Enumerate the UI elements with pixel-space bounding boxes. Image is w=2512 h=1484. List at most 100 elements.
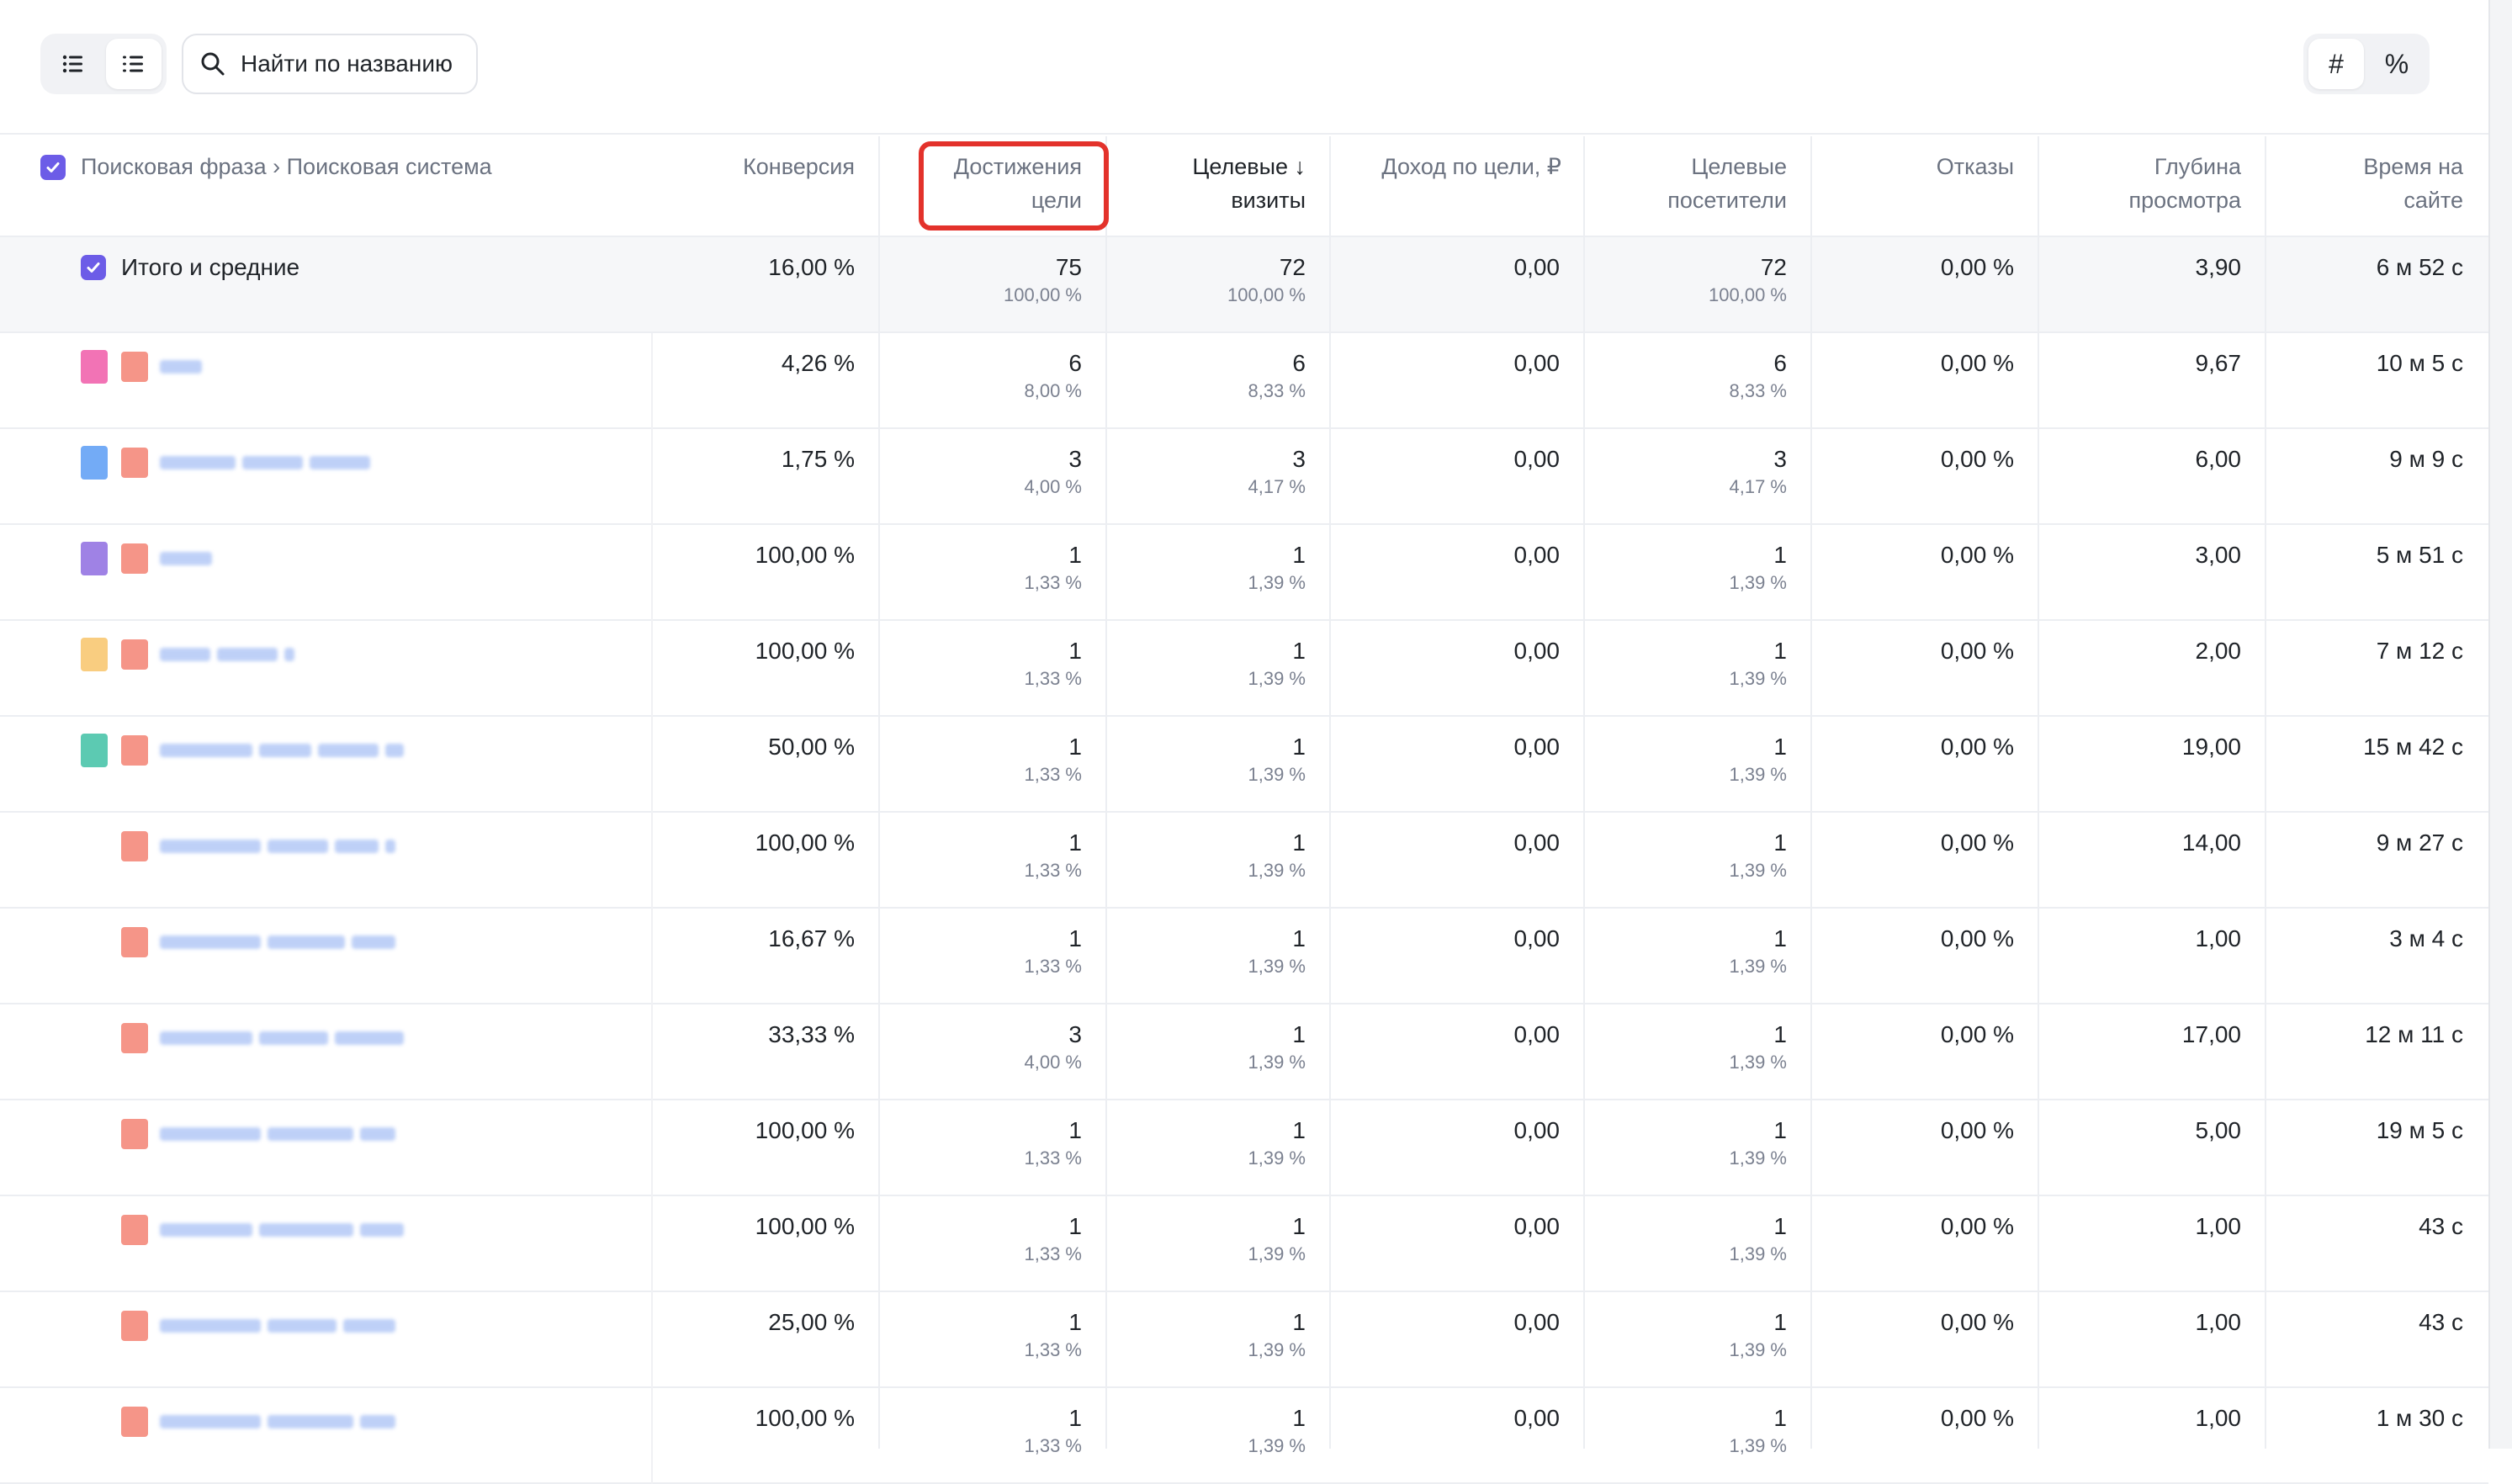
visits_pct-value: 1,39 % xyxy=(1248,668,1306,689)
table-row[interactable]: 100,00 % 1 1,33 % 1 1,39 % 0,00 1 1,39 % 0,00 % 5… xyxy=(0,1100,2488,1196)
table-row[interactable]: 100,00 % 1 1,33 % 1 1,39 % 0,00 1 1,39 % 0,00 % 1… xyxy=(0,813,2488,909)
select-all-checkbox[interactable] xyxy=(40,155,66,180)
tree-view-button[interactable] xyxy=(106,39,162,89)
cell-depth: 1,00 xyxy=(2039,909,2266,1004)
conversion-value: 33,33 % xyxy=(768,1021,855,1047)
list-view-button[interactable] xyxy=(45,39,101,89)
conversion-value: 100,00 % xyxy=(755,1117,855,1143)
column-divider xyxy=(1329,136,1331,1449)
column-header-goal-income[interactable]: Доход по цели, ₽ xyxy=(1331,136,1585,237)
visits_pct-value: 4,17 % xyxy=(1248,476,1306,497)
table-row[interactable]: 4,26 % 6 8,00 % 6 8,33 % 0,00 6 8,33 % 0,00 % 9,6… xyxy=(0,333,2488,429)
cell-visits: 1 1,39 % xyxy=(1107,717,1331,813)
conversion-value: 4,26 % xyxy=(781,350,855,376)
table-row[interactable]: 100,00 % 1 1,33 % 1 1,39 % 0,00 1 1,39 % 0,00 % 3… xyxy=(0,525,2488,621)
depth-value: 1,00 xyxy=(2195,1213,2242,1239)
redacted-phrase-text xyxy=(335,840,379,853)
cell-reaches: 6 8,00 % xyxy=(880,333,1107,429)
income-value: 0,00 xyxy=(1513,446,1561,472)
time-value: 43 с xyxy=(2419,1309,2463,1335)
column-header-depth[interactable]: Глубина просмотра xyxy=(2039,136,2266,237)
table-row[interactable]: 33,33 % 3 4,00 % 1 1,39 % 0,00 1 1,39 % 0,00 % 17… xyxy=(0,1004,2488,1100)
table-row[interactable]: 100,00 % 1 1,33 % 1 1,39 % 0,00 1 1,39 % 0,00 % 2… xyxy=(0,621,2488,717)
cell-time: 5 м 51 с xyxy=(2266,525,2488,621)
column-header-conversion[interactable]: Конверсия xyxy=(653,136,880,237)
search-input[interactable]: Найти по названию xyxy=(182,34,478,94)
column-header-bounces[interactable]: Отказы xyxy=(1812,136,2039,237)
traffic-source-swatch xyxy=(81,542,108,575)
row-label-cell[interactable] xyxy=(0,1100,653,1196)
table-row[interactable]: 16,67 % 1 1,33 % 1 1,39 % 0,00 1 1,39 % 0,00 % 1,… xyxy=(0,909,2488,1004)
visitors-value: 1 xyxy=(1773,1021,1787,1047)
column-label: Целевые xyxy=(1691,154,1787,179)
search-engine-icon xyxy=(121,1215,148,1245)
total-income: 0,00 xyxy=(1513,254,1561,280)
income-value: 0,00 xyxy=(1513,1213,1561,1239)
annotation-highlight-box xyxy=(919,141,1109,231)
table-header: Поисковая фраза › Поисковая система Конв… xyxy=(0,136,2488,237)
search-engine-icon xyxy=(121,1311,148,1341)
cell-visitors: 1 1,39 % xyxy=(1585,717,1812,813)
row-label-cell[interactable] xyxy=(0,1292,653,1388)
cell-depth: 1,00 xyxy=(2039,1292,2266,1388)
row-label-cell[interactable] xyxy=(0,429,653,525)
redacted-phrase-text xyxy=(160,1223,252,1237)
row-label-cell[interactable] xyxy=(0,813,653,909)
visitors-value: 3 xyxy=(1773,446,1787,472)
row-label-cell[interactable] xyxy=(0,909,653,1004)
table-row[interactable]: 100,00 % 1 1,33 % 1 1,39 % 0,00 1 1,39 % 0,00 % 1… xyxy=(0,1196,2488,1292)
conversion-value: 16,67 % xyxy=(768,925,855,951)
reaches-value: 1 xyxy=(1068,1117,1082,1143)
row-label-cell[interactable] xyxy=(0,1388,653,1484)
percent-values-button[interactable]: % xyxy=(2369,39,2425,89)
row-label-cell[interactable] xyxy=(0,621,653,717)
table-row[interactable]: 100,00 % 1 1,33 % 1 1,39 % 0,00 1 1,39 % 0,00 % 1… xyxy=(0,1388,2488,1484)
redacted-phrase-text xyxy=(310,456,370,469)
time-value: 19 м 5 с xyxy=(2376,1117,2463,1143)
table-row[interactable]: 1,75 % 3 4,00 % 3 4,17 % 0,00 3 4,17 % 0,00 % 6,0… xyxy=(0,429,2488,525)
view-mode-toggle xyxy=(40,34,167,94)
column-label: Время на xyxy=(2363,154,2463,179)
reaches_pct-value: 1,33 % xyxy=(1024,1339,1083,1360)
row-label-cell[interactable] xyxy=(0,525,653,621)
visitors_pct-value: 1,39 % xyxy=(1729,1052,1788,1073)
bounces-value: 0,00 % xyxy=(1940,1213,2014,1239)
cell-conversion: 100,00 % xyxy=(653,1100,880,1196)
totals-checkbox[interactable] xyxy=(81,255,106,280)
column-header-target-visitors[interactable]: Целевые посетители xyxy=(1585,136,1812,237)
search-engine-icon xyxy=(121,448,148,478)
depth-value: 14,00 xyxy=(2181,829,2241,856)
table-row[interactable]: 25,00 % 1 1,33 % 1 1,39 % 0,00 1 1,39 % 0,00 % 1,… xyxy=(0,1292,2488,1388)
cell-time: 1 м 30 с xyxy=(2266,1388,2488,1484)
cell-visitors: 1 1,39 % xyxy=(1585,1388,1812,1484)
column-header-search-phrase[interactable]: Поисковая фраза › Поисковая система xyxy=(0,136,653,237)
visitors-value: 1 xyxy=(1773,734,1787,760)
column-label: Отказы xyxy=(1936,154,2014,179)
column-header-target-visits[interactable]: Целевые ↓ визиты xyxy=(1107,136,1331,237)
cell-visits: 1 1,39 % xyxy=(1107,1388,1331,1484)
row-label-cell[interactable] xyxy=(0,1004,653,1100)
cell-income: 0,00 xyxy=(1331,1196,1585,1292)
visits-value: 1 xyxy=(1292,1213,1306,1239)
cell-reaches: 1 1,33 % xyxy=(880,1388,1107,1484)
row-label-cell[interactable] xyxy=(0,333,653,429)
conversion-value: 100,00 % xyxy=(755,1405,855,1431)
redacted-phrase-text xyxy=(268,935,345,949)
cell-bounces: 0,00 % xyxy=(1812,1100,2039,1196)
row-label-cell[interactable] xyxy=(0,1196,653,1292)
cell-visitors: 1 1,39 % xyxy=(1585,1292,1812,1388)
table-row[interactable]: 50,00 % 1 1,33 % 1 1,39 % 0,00 1 1,39 % 0,00 % 19… xyxy=(0,717,2488,813)
search-engine-icon xyxy=(121,543,148,574)
vertical-scrollbar[interactable] xyxy=(2488,0,2512,1449)
cell-income: 0,00 xyxy=(1331,1100,1585,1196)
visits-value: 1 xyxy=(1292,1405,1306,1431)
column-header-time-on-site[interactable]: Время на сайте xyxy=(2266,136,2488,237)
cell-conversion: 4,26 % xyxy=(653,333,880,429)
cell-conversion: 50,00 % xyxy=(653,717,880,813)
row-label-cell[interactable] xyxy=(0,717,653,813)
visitors_pct-value: 1,39 % xyxy=(1729,764,1788,785)
absolute-values-button[interactable]: # xyxy=(2308,39,2364,89)
cell-bounces: 0,00 % xyxy=(1812,717,2039,813)
cell-visits: 1 1,39 % xyxy=(1107,1004,1331,1100)
redacted-phrase-text xyxy=(160,552,212,565)
